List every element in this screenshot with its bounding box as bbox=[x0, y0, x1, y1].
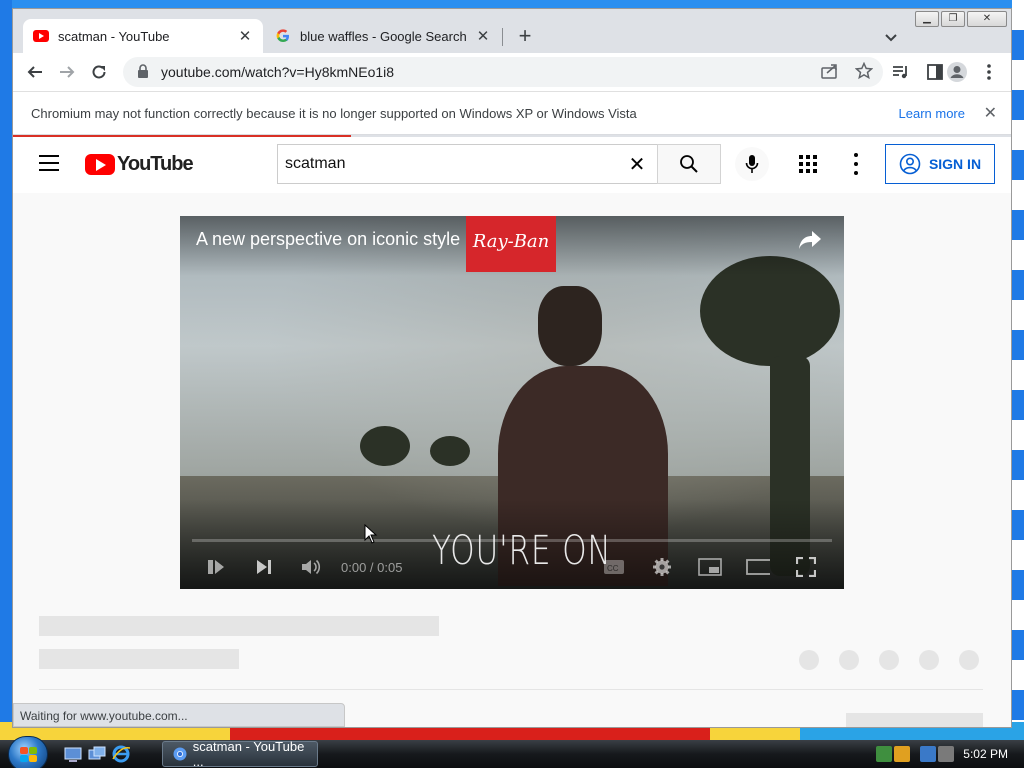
clear-search-icon[interactable]: ✕ bbox=[617, 152, 657, 177]
theater-mode-icon[interactable] bbox=[746, 555, 770, 579]
video-player[interactable]: A new perspective on iconic style Ray-Ba… bbox=[180, 216, 844, 589]
media-control-icon[interactable] bbox=[887, 58, 915, 86]
sign-in-label: SIGN IN bbox=[928, 156, 982, 172]
youtube-masthead: YouTube scatman ✕ SIGN IN bbox=[13, 137, 1011, 193]
search-query: scatman bbox=[285, 155, 346, 172]
youtube-favicon-icon bbox=[33, 28, 49, 44]
youtube-page: YouTube scatman ✕ SIGN IN A new perspect… bbox=[13, 137, 1011, 727]
youtube-wordmark: YouTube bbox=[117, 153, 194, 175]
tab-close-icon[interactable]: ✕ bbox=[475, 27, 491, 45]
wallpaper-left bbox=[0, 0, 12, 740]
captions-icon[interactable]: CC bbox=[602, 555, 626, 579]
internet-explorer-icon[interactable] bbox=[112, 745, 131, 763]
subscribe-placeholder bbox=[846, 713, 983, 727]
search-button[interactable] bbox=[657, 144, 721, 184]
show-desktop-icon[interactable] bbox=[64, 745, 82, 763]
sign-in-button[interactable]: SIGN IN bbox=[885, 144, 995, 184]
network-icon[interactable] bbox=[920, 746, 936, 762]
account-circle-icon bbox=[899, 153, 921, 175]
volume-muted-icon[interactable] bbox=[938, 746, 954, 762]
apps-grid-icon[interactable] bbox=[799, 155, 819, 175]
action-placeholder bbox=[799, 650, 819, 670]
profile-avatar-icon[interactable] bbox=[943, 58, 971, 86]
ad-title[interactable]: A new perspective on iconic style bbox=[196, 229, 460, 250]
tab-separator bbox=[502, 28, 503, 46]
player-controls: 0:00 / 0:05 CC bbox=[180, 549, 844, 585]
back-arrow-icon[interactable] bbox=[21, 58, 49, 86]
svg-text:CC: CC bbox=[607, 564, 619, 573]
tab-title: blue waffles - Google Search bbox=[300, 28, 467, 44]
tray-app-icon[interactable] bbox=[876, 746, 892, 762]
ray-ban-logo: Ray-Ban bbox=[466, 216, 556, 272]
windows-flag-icon bbox=[20, 747, 37, 762]
bookmark-star-icon[interactable] bbox=[854, 61, 874, 83]
tab-search-chevron-icon[interactable] bbox=[881, 27, 901, 47]
palm-tree bbox=[360, 426, 410, 466]
tab-youtube[interactable]: scatman - YouTube ✕ bbox=[23, 19, 263, 53]
url-text: youtube.com/watch?v=Hy8kmNEo1i8 bbox=[161, 64, 395, 80]
youtube-play-icon bbox=[85, 154, 115, 175]
infobar-close-icon[interactable]: ✕ bbox=[984, 103, 997, 123]
start-button[interactable] bbox=[8, 736, 48, 768]
browser-toolbar: youtube.com/watch?v=Hy8kmNEo1i8 bbox=[13, 53, 1011, 91]
chromium-icon bbox=[173, 747, 187, 761]
action-placeholder bbox=[919, 650, 939, 670]
action-placeholder bbox=[959, 650, 979, 670]
system-clock[interactable]: 5:02 PM bbox=[963, 747, 1008, 761]
browser-window: ▁ ❐ ✕ scatman - YouTube ✕ blue waffles -… bbox=[12, 8, 1012, 728]
settings-more-icon[interactable] bbox=[851, 151, 861, 177]
play-pause-icon[interactable] bbox=[204, 555, 228, 579]
browser-menu-icon[interactable] bbox=[975, 58, 1003, 86]
palm-tree bbox=[430, 436, 470, 466]
tab-title: scatman - YouTube bbox=[58, 28, 170, 44]
security-shield-icon[interactable] bbox=[894, 746, 910, 762]
learn-more-link[interactable]: Learn more bbox=[899, 106, 965, 121]
next-video-icon[interactable] bbox=[252, 555, 276, 579]
address-bar[interactable]: youtube.com/watch?v=Hy8kmNEo1i8 bbox=[123, 57, 883, 87]
infobar-message: Chromium may not function correctly beca… bbox=[31, 105, 637, 121]
status-bubble: Waiting for www.youtube.com... bbox=[13, 703, 345, 727]
guide-menu-icon[interactable] bbox=[39, 155, 59, 171]
share-page-icon[interactable] bbox=[821, 63, 839, 82]
switch-windows-icon[interactable] bbox=[88, 745, 106, 763]
mouse-cursor-icon bbox=[364, 524, 378, 544]
search-icon bbox=[680, 155, 698, 173]
google-favicon-icon bbox=[275, 28, 291, 44]
system-tray: 5:02 PM bbox=[874, 740, 1024, 768]
lock-icon[interactable] bbox=[137, 63, 149, 81]
action-placeholder bbox=[879, 650, 899, 670]
voice-search-mic-icon[interactable] bbox=[735, 147, 769, 181]
fullscreen-icon[interactable] bbox=[794, 555, 818, 579]
youtube-logo[interactable]: YouTube bbox=[85, 153, 194, 176]
unsupported-os-infobar: Chromium may not function correctly beca… bbox=[13, 91, 1011, 135]
volume-icon[interactable] bbox=[300, 555, 324, 579]
content-divider bbox=[39, 689, 983, 690]
reload-icon[interactable] bbox=[85, 58, 113, 86]
tab-close-icon[interactable]: ✕ bbox=[237, 27, 253, 45]
wallpaper-right bbox=[1012, 0, 1024, 740]
video-progress-bar[interactable] bbox=[192, 539, 832, 542]
miniplayer-icon[interactable] bbox=[698, 555, 722, 579]
tab-google[interactable]: blue waffles - Google Search ✕ bbox=[265, 19, 501, 53]
share-arrow-icon[interactable] bbox=[798, 230, 822, 250]
settings-gear-icon[interactable] bbox=[650, 555, 674, 579]
tab-strip: scatman - YouTube ✕ blue waffles - Googl… bbox=[13, 19, 1011, 53]
search-input[interactable]: scatman ✕ bbox=[277, 144, 657, 184]
forward-arrow-icon[interactable] bbox=[53, 58, 81, 86]
taskbar-item-chromium[interactable]: scatman - YouTube ... bbox=[162, 739, 318, 768]
title-placeholder bbox=[39, 616, 439, 636]
taskbar: scatman - YouTube ... 5:02 PM bbox=[0, 736, 1024, 768]
taskbar-item-label: scatman - YouTube ... bbox=[192, 739, 305, 768]
meta-placeholder bbox=[39, 649, 239, 669]
action-placeholder bbox=[839, 650, 859, 670]
new-tab-button[interactable]: + bbox=[513, 22, 537, 50]
video-time: 0:00 / 0:05 bbox=[341, 560, 403, 575]
